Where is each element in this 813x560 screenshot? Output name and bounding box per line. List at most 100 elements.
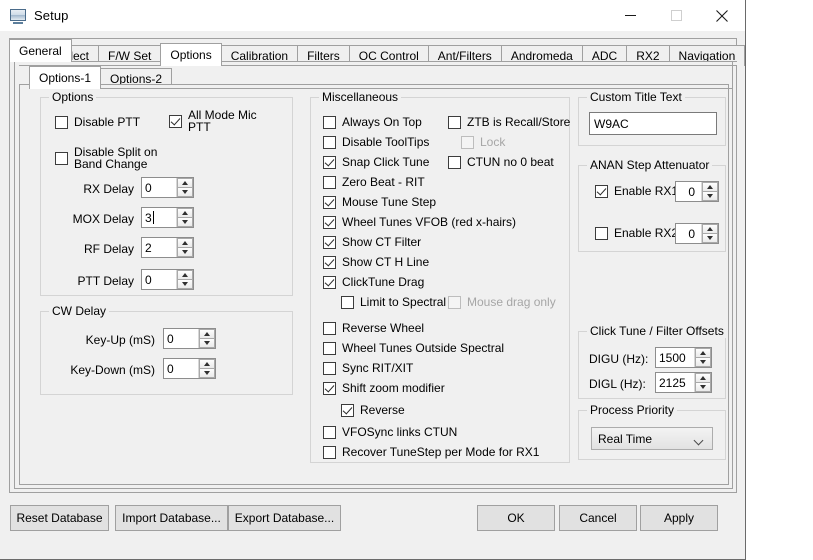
checkbox-shift-zoom-modifier[interactable]: Shift zoom modifier bbox=[323, 382, 445, 395]
checkbox-show-ct-h-line[interactable]: Show CT H Line bbox=[323, 256, 429, 269]
tab-options[interactable]: Options bbox=[160, 43, 221, 66]
spinner-buttons[interactable] bbox=[198, 359, 215, 378]
checkbox-disable-split-on-band-change[interactable]: Disable Split onBand Change bbox=[55, 146, 157, 170]
rx-delay-spinner[interactable]: 0 bbox=[141, 177, 194, 198]
miscellaneous-groupbox: Miscellaneous Always On Top Disable Tool… bbox=[310, 97, 570, 463]
spinner-down-icon[interactable] bbox=[199, 368, 215, 378]
checkbox-box bbox=[323, 176, 336, 189]
checkbox-enable-rx2[interactable]: Enable RX2 bbox=[595, 227, 678, 240]
checkbox-show-ct-filter[interactable]: Show CT Filter bbox=[323, 236, 421, 249]
checkbox-reverse-wheel[interactable]: Reverse Wheel bbox=[323, 322, 424, 335]
spinner-down-icon[interactable] bbox=[199, 338, 215, 348]
cancel-button[interactable]: Cancel bbox=[559, 505, 637, 531]
checkbox-box bbox=[323, 382, 336, 395]
key-down-spinner[interactable]: 0 bbox=[163, 358, 216, 379]
spinner-buttons[interactable] bbox=[176, 238, 193, 257]
spinner-buttons[interactable] bbox=[701, 182, 718, 201]
ptt-delay-spinner[interactable]: 0 bbox=[141, 269, 194, 290]
checkbox-limit-to-spectral[interactable]: Limit to Spectral bbox=[341, 296, 446, 309]
custom-title-input[interactable]: W9AC bbox=[589, 112, 717, 135]
process-priority-select[interactable]: Real Time bbox=[591, 427, 713, 450]
key-up-value: 0 bbox=[164, 329, 198, 348]
rx-delay-value: 0 bbox=[142, 178, 176, 197]
checkbox-all-mode-mic-ptt[interactable]: All Mode MicPTT bbox=[169, 109, 257, 133]
spinner-up-icon[interactable] bbox=[702, 182, 718, 191]
checkbox-reverse[interactable]: Reverse bbox=[341, 404, 405, 417]
checkbox-snap-click-tune[interactable]: Snap Click Tune bbox=[323, 156, 429, 169]
spinner-buttons[interactable] bbox=[176, 270, 193, 289]
spinner-buttons[interactable] bbox=[176, 208, 193, 227]
spinner-up-icon[interactable] bbox=[702, 224, 718, 233]
checkbox-lock[interactable]: Lock bbox=[461, 136, 505, 149]
spinner-up-icon[interactable] bbox=[199, 329, 215, 338]
digl-label: DIGL (Hz): bbox=[589, 377, 646, 391]
reset-database-button[interactable]: Reset Database bbox=[10, 505, 109, 531]
spinner-up-icon[interactable] bbox=[177, 178, 193, 187]
spinner-up-icon[interactable] bbox=[695, 348, 711, 357]
checkbox-disable-ptt[interactable]: Disable PTT bbox=[55, 116, 140, 129]
checkbox-label: Wheel Tunes Outside Spectral bbox=[342, 342, 504, 355]
maximize-icon[interactable] bbox=[653, 0, 699, 31]
spinner-down-icon[interactable] bbox=[695, 382, 711, 392]
checkbox-sync-rit-xit[interactable]: Sync RIT/XIT bbox=[323, 362, 413, 375]
checkbox-label: Sync RIT/XIT bbox=[342, 362, 413, 375]
digu-spinner[interactable]: 1500 bbox=[655, 347, 712, 368]
checkbox-disable-tooltips[interactable]: Disable ToolTips bbox=[323, 136, 429, 149]
mox-delay-spinner[interactable]: 3 bbox=[141, 207, 194, 228]
checkbox-always-on-top[interactable]: Always On Top bbox=[323, 116, 422, 129]
checkbox-box bbox=[323, 216, 336, 229]
checkbox-label: Enable RX2 bbox=[614, 227, 678, 240]
spinner-buttons[interactable] bbox=[701, 224, 718, 243]
checkbox-mouse-tune-step[interactable]: Mouse Tune Step bbox=[323, 196, 436, 209]
checkbox-box bbox=[341, 404, 354, 417]
ok-button[interactable]: OK bbox=[477, 505, 555, 531]
spinner-down-icon[interactable] bbox=[695, 357, 711, 367]
spinner-down-icon[interactable] bbox=[702, 233, 718, 243]
spinner-down-icon[interactable] bbox=[177, 187, 193, 197]
checkbox-vfosync-links-ctun[interactable]: VFOSync links CTUN bbox=[323, 426, 457, 439]
checkbox-ztb-is-recall-store[interactable]: ZTB is Recall/Store bbox=[448, 116, 570, 129]
checkbox-recover-tunestep-per-mode-rx1[interactable]: Recover TuneStep per Mode for RX1 bbox=[323, 446, 539, 459]
checkbox-ctun-no-0-beat[interactable]: CTUN no 0 beat bbox=[448, 156, 554, 169]
checkbox-box bbox=[323, 196, 336, 209]
rf-delay-spinner[interactable]: 2 bbox=[141, 237, 194, 258]
anan-step-attenuator-groupbox: ANAN Step Attenuator Enable RX1 0 Enable… bbox=[578, 165, 726, 252]
title-bar: Setup bbox=[0, 0, 745, 31]
key-up-spinner[interactable]: 0 bbox=[163, 328, 216, 349]
digl-spinner[interactable]: 2125 bbox=[655, 372, 712, 393]
spinner-down-icon[interactable] bbox=[177, 217, 193, 227]
tab-options-1[interactable]: Options-1 bbox=[29, 66, 101, 89]
spinner-down-icon[interactable] bbox=[177, 247, 193, 257]
spinner-up-icon[interactable] bbox=[177, 270, 193, 279]
checkbox-label: Always On Top bbox=[342, 116, 422, 129]
spinner-buttons[interactable] bbox=[694, 348, 711, 367]
checkbox-mouse-drag-only[interactable]: Mouse drag only bbox=[448, 296, 556, 309]
tab-general[interactable]: General bbox=[9, 39, 72, 62]
spinner-down-icon[interactable] bbox=[702, 191, 718, 201]
spinner-up-icon[interactable] bbox=[177, 208, 193, 217]
checkbox-zero-beat-rit[interactable]: Zero Beat - RIT bbox=[323, 176, 425, 189]
minimize-icon[interactable] bbox=[607, 0, 653, 31]
export-database-button[interactable]: Export Database... bbox=[228, 505, 341, 531]
apply-button[interactable]: Apply bbox=[640, 505, 718, 531]
checkbox-box bbox=[323, 426, 336, 439]
checkbox-label: VFOSync links CTUN bbox=[342, 426, 457, 439]
ptt-delay-label: PTT Delay bbox=[51, 274, 134, 288]
spinner-buttons[interactable] bbox=[176, 178, 193, 197]
rx2-attenuator-spinner[interactable]: 0 bbox=[675, 223, 719, 244]
spinner-up-icon[interactable] bbox=[199, 359, 215, 368]
checkbox-enable-rx1[interactable]: Enable RX1 bbox=[595, 185, 678, 198]
spinner-up-icon[interactable] bbox=[177, 238, 193, 247]
rx1-attenuator-spinner[interactable]: 0 bbox=[675, 181, 719, 202]
checkbox-clicktune-drag[interactable]: ClickTune Drag bbox=[323, 276, 424, 289]
spinner-buttons[interactable] bbox=[694, 373, 711, 392]
checkbox-label: Disable PTT bbox=[74, 116, 140, 129]
spinner-up-icon[interactable] bbox=[695, 373, 711, 382]
close-icon[interactable] bbox=[699, 0, 745, 31]
spinner-buttons[interactable] bbox=[198, 329, 215, 348]
spinner-down-icon[interactable] bbox=[177, 279, 193, 289]
checkbox-wheel-tunes-outside-spectral[interactable]: Wheel Tunes Outside Spectral bbox=[323, 342, 504, 355]
checkbox-wheel-tunes-vfob[interactable]: Wheel Tunes VFOB (red x-hairs) bbox=[323, 216, 516, 229]
digl-value: 2125 bbox=[656, 373, 694, 392]
import-database-button[interactable]: Import Database... bbox=[115, 505, 228, 531]
